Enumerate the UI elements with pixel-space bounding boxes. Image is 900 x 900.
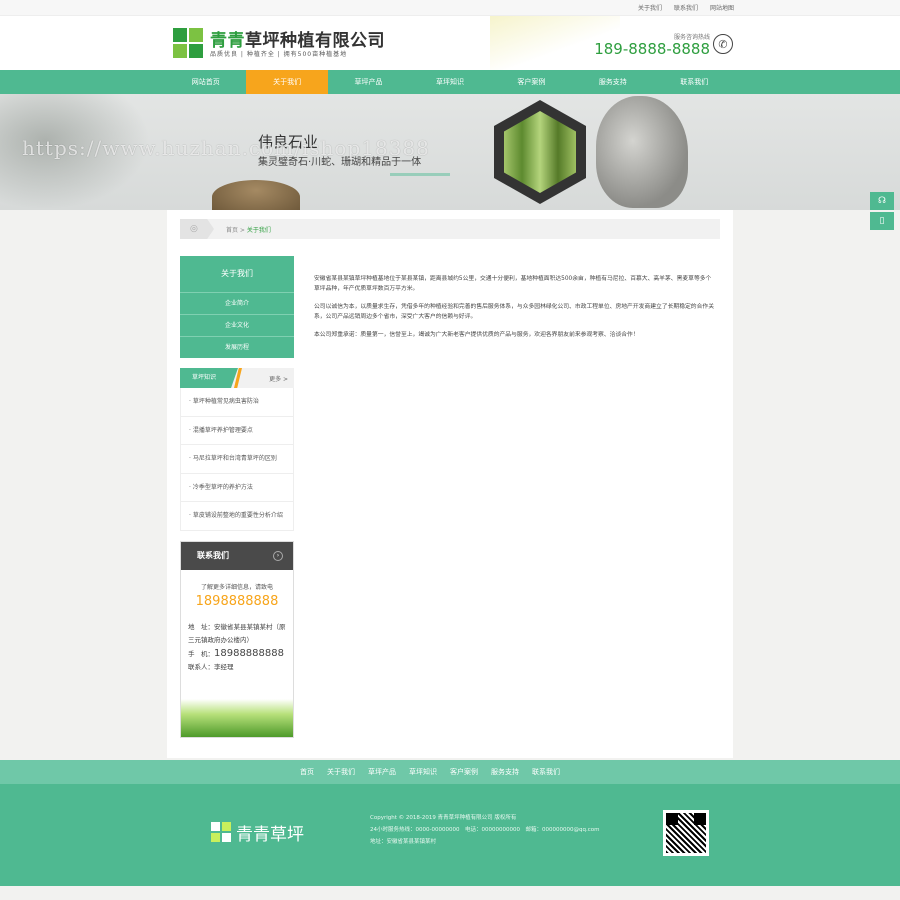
breadcrumb: ◎ 首页 > 关于我们 [180,219,720,239]
footer-contact: 24小时服务热线：0000-00000000 电话：00000000000 邮箱… [370,827,600,833]
footer-link-about[interactable]: 关于我们 [327,760,355,784]
top-bar: 关于我们 联系我们 网站地图 [0,0,900,16]
rock-image [212,180,300,210]
top-links: 关于我们 联系我们 网站地图 [638,3,734,12]
footer-link-cases[interactable]: 客户案例 [450,760,478,784]
sidebar-item-culture[interactable]: 企业文化 [180,314,294,336]
contact-address: 地 址：安徽省某县某镇某村（原三元镇政府办公楼内） [188,622,286,644]
footer-logo-icon [211,822,231,842]
top-link-sitemap[interactable]: 网站地图 [710,3,734,12]
sidebar-title: 关于我们 [180,256,294,292]
arrow-right-icon[interactable]: › [273,550,283,561]
footer-link-home[interactable]: 首页 [300,760,314,784]
floating-tools: ☊ ▯ [870,192,894,232]
mobile-icon[interactable]: ▯ [870,212,894,230]
company-slogan: 品质优良 | 种植齐全 | 拥有500亩种植基地 [210,51,348,58]
list-item[interactable]: · 草皮铺设前整地的重要性分析介绍 [181,502,293,531]
top-link-contact[interactable]: 联系我们 [674,3,698,12]
footer-address: 地址：安徽省某县某镇某村 [370,839,437,845]
contact-box: 联系我们 › 了解更多详细信息，请致电 1898888888 地 址：安徽省某县… [180,540,294,738]
news-more-link[interactable]: 更多 > [269,374,288,383]
article-paragraph: 本公司郑重承诺：质量第一，信誉至上，竭诚为广大新老客户提供优质的产品与服务，欢迎… [314,332,639,338]
footer-link-products[interactable]: 草坪产品 [368,760,396,784]
sidebar-item-intro[interactable]: 企业简介 [180,292,294,314]
footer-nav: 首页 关于我们 草坪产品 草坪知识 客户案例 服务支持 联系我们 [0,760,900,784]
contact-phone: 1898888888 [195,593,279,609]
contact-title: 联系我们 [197,550,229,560]
stone-image [596,96,688,208]
article-paragraph: 公司以诚信为本，以质量求生存，凭借多年的种植经验和完善的售后服务体系，与众多园林… [314,304,714,320]
list-item[interactable]: · 马尼拉草坪和台湾青草坪的区别 [181,445,293,474]
news-list: · 草坪种植常见病虫害防治 · 混播草坪养护管理要点 · 马尼拉草坪和台湾青草坪… [180,388,294,531]
location-icon: ◎ [180,219,214,239]
contact-intro: 了解更多详细信息，请致电 [200,583,273,591]
sidebar: 关于我们 企业简介 企业文化 发展历程 草坪知识 更多 > · 草坪种植常见病虫… [180,256,294,738]
sidebar-item-history[interactable]: 发展历程 [180,336,294,358]
nav-contact[interactable]: 联系我们 [654,70,735,94]
banner: 伟良石业 集灵璧奇石·川蛇、珊瑚和精品于一体 https://www.huzha… [0,94,900,210]
list-item[interactable]: · 冷季型草坪的养护方法 [181,474,293,502]
footer-link-contact[interactable]: 联系我们 [532,760,560,784]
footer-link-service[interactable]: 服务支持 [491,760,519,784]
list-item[interactable]: · 混播草坪养护管理要点 [181,417,293,445]
headset-icon[interactable]: ☊ [870,192,894,210]
article-body: 安徽省某县某镇草坪种植基地位于某县某镇，距离县城约5公里，交通十分便利，基地种植… [314,274,717,348]
nav-service[interactable]: 服务支持 [572,70,653,94]
contact-person: 联系人：李经理 [188,662,234,671]
grass-image [181,698,293,737]
breadcrumb-current: 关于我们 [246,227,271,234]
list-item[interactable]: · 草坪种植常见病虫害防治 [181,388,293,417]
top-link-about[interactable]: 关于我们 [638,3,662,12]
qr-code-icon [663,810,709,856]
footer-info: Copyright © 2018-2019 青青草坪种植有限公司 版权所有 24… [370,812,599,848]
hotline-number: 189-8888-8888 [594,40,710,58]
nav-home[interactable]: 网站首页 [165,70,246,94]
nav-products[interactable]: 草坪产品 [328,70,409,94]
header: 青青草坪种植有限公司 品质优良 | 种植齐全 | 拥有500亩种植基地 服务咨询… [0,16,900,70]
article-paragraph: 安徽省某县某镇草坪种植基地位于某县某镇，距离县城约5公里，交通十分便利，基地种植… [314,276,712,292]
company-logo-icon[interactable] [173,28,203,58]
nav-cases[interactable]: 客户案例 [491,70,572,94]
watermark-text: https://www.huzhan.com/ishop18388 [22,136,430,160]
content-area: ◎ 首页 > 关于我们 关于我们 企业简介 企业文化 发展历程 草坪知识 更多 … [167,210,733,758]
footer: 青青草坪 Copyright © 2018-2019 青青草坪种植有限公司 版权… [0,784,900,886]
breadcrumb-home[interactable]: 首页 [226,227,238,234]
main-nav: 网站首页 关于我们 草坪产品 草坪知识 客户案例 服务支持 联系我们 [0,70,900,94]
nav-about[interactable]: 关于我们 [246,70,328,94]
footer-logo-text: 青青草坪 [236,825,304,845]
news-title: 草坪知识 [180,368,238,388]
company-name[interactable]: 青青草坪种植有限公司 [210,26,385,51]
news-header: 草坪知识 更多 > [180,368,294,388]
phone-icon: ✆ [713,34,733,54]
footer-link-knowledge[interactable]: 草坪知识 [409,760,437,784]
footer-copyright: Copyright © 2018-2019 青青草坪种植有限公司 版权所有 [370,815,517,821]
contact-mobile: 手 机：18988888888 [188,647,284,659]
nav-knowledge[interactable]: 草坪知识 [409,70,490,94]
